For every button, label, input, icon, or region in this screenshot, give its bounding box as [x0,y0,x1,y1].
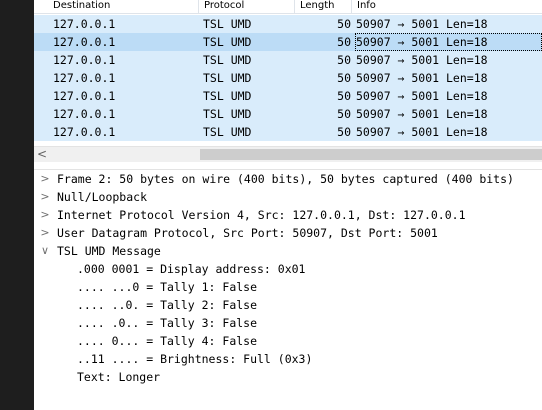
left-sidebar [0,0,34,410]
packet-protocol: TSL UMD [203,89,252,103]
packet-destination: 127.0.0.1 [53,53,116,67]
packet-destination: 127.0.0.1 [53,17,116,31]
tree-item-udp[interactable]: > User Datagram Protocol, Src Port: 5090… [34,224,542,242]
packet-info: 50907 → 5001 Len=18 [356,71,488,85]
tree-item-tally-1[interactable]: .... ...0 = Tally 1: False [34,278,542,296]
tree-field-label: .... ...0 = Tally 1: False [77,280,258,294]
tree-field-label: .... ..0. = Tally 2: False [77,298,258,312]
packet-row[interactable]: 127.0.0.1 TSL UMD 50 50907 → 5001 Len=18 [34,15,542,33]
packet-destination: 127.0.0.1 [53,89,116,103]
tree-field-label: ..11 .... = Brightness: Full (0x3) [77,352,313,366]
tree-item-brightness[interactable]: ..11 .... = Brightness: Full (0x3) [34,350,542,368]
tree-item-tally-4[interactable]: .... 0... = Tally 4: False [34,332,542,350]
column-header-protocol[interactable]: Protocol [199,0,295,14]
packet-info: 50907 → 5001 Len=18 [356,17,488,31]
packet-info: 50907 → 5001 Len=18 [356,53,488,67]
tree-item-display-address[interactable]: .000 0001 = Display address: 0x01 [34,260,542,278]
packet-protocol: TSL UMD [203,35,252,49]
tree-field-label: Text: Longer [77,370,161,384]
packet-length: 50 [337,17,351,31]
packet-protocol: TSL UMD [203,125,252,139]
tree-item-frame[interactable]: > Frame 2: 50 bytes on wire (400 bits), … [34,170,542,188]
packet-row[interactable]: 127.0.0.1 TSL UMD 50 50907 → 5001 Len=18 [34,87,542,105]
expand-arrow-icon[interactable]: > [39,206,51,224]
packet-length: 50 [337,35,351,49]
pane-splitter[interactable] [34,162,542,170]
tree-item-null-loopback[interactable]: > Null/Loopback [34,188,542,206]
scroll-left-arrow-icon[interactable]: < [34,147,50,162]
collapse-arrow-icon[interactable]: ∨ [39,242,51,260]
packet-row[interactable]: 127.0.0.1 TSL UMD 50 50907 → 5001 Len=18 [34,69,542,87]
tree-item-label: TSL UMD Message [57,244,161,258]
packet-row[interactable]: 127.0.0.1 TSL UMD 50 50907 → 5001 Len=18 [34,105,542,123]
tree-item-ipv4[interactable]: > Internet Protocol Version 4, Src: 127.… [34,206,542,224]
tree-item-label: Frame 2: 50 bytes on wire (400 bits), 50… [57,172,514,186]
tree-item-tally-2[interactable]: .... ..0. = Tally 2: False [34,296,542,314]
packet-protocol: TSL UMD [203,71,252,85]
scrollbar-thumb[interactable] [200,149,542,160]
packet-length: 50 [337,89,351,103]
packet-info: 50907 → 5001 Len=18 [356,89,488,103]
packet-destination: 127.0.0.1 [53,35,116,49]
packet-info: 50907 → 5001 Len=18 [356,35,488,49]
packet-details-tree: > Frame 2: 50 bytes on wire (400 bits), … [34,170,542,410]
tree-field-label: .... 0... = Tally 4: False [77,334,258,348]
tree-item-label: Internet Protocol Version 4, Src: 127.0.… [57,208,466,222]
expand-arrow-icon[interactable]: > [39,170,51,188]
tree-item-tsl-umd[interactable]: ∨ TSL UMD Message [34,242,542,260]
packet-info: 50907 → 5001 Len=18 [356,125,488,139]
horizontal-scrollbar[interactable]: < [34,146,542,162]
tree-item-text[interactable]: Text: Longer [34,368,542,386]
packet-list-header: Destination Protocol Length Info [34,0,542,14]
tree-item-tally-3[interactable]: .... .0.. = Tally 3: False [34,314,542,332]
packet-destination: 127.0.0.1 [53,107,116,121]
packet-info: 50907 → 5001 Len=18 [356,107,488,121]
tree-item-label: User Datagram Protocol, Src Port: 50907,… [57,226,438,240]
packet-protocol: TSL UMD [203,17,252,31]
packet-protocol: TSL UMD [203,53,252,67]
packet-length: 50 [337,71,351,85]
packet-list: Destination Protocol Length Info 127.0.0… [34,0,542,146]
column-header-info[interactable]: Info [352,0,542,14]
packet-row-selected[interactable]: 127.0.0.1 TSL UMD 50 50907 → 5001 Len=18 [34,33,542,51]
expand-arrow-icon[interactable]: > [39,188,51,206]
packet-length: 50 [337,125,351,139]
packet-destination: 127.0.0.1 [53,125,116,139]
tree-field-label: .... .0.. = Tally 3: False [77,316,258,330]
packet-row[interactable]: 127.0.0.1 TSL UMD 50 50907 → 5001 Len=18 [34,123,542,141]
packet-protocol: TSL UMD [203,107,252,121]
expand-arrow-icon[interactable]: > [39,224,51,242]
tree-field-label: .000 0001 = Display address: 0x01 [77,262,306,276]
tree-item-label: Null/Loopback [57,190,148,204]
packet-length: 50 [337,53,351,67]
column-header-destination[interactable]: Destination [48,0,199,14]
packet-length: 50 [337,107,351,121]
column-header-length[interactable]: Length [295,0,352,14]
packet-row[interactable]: 127.0.0.1 TSL UMD 50 50907 → 5001 Len=18 [34,51,542,69]
packet-destination: 127.0.0.1 [53,71,116,85]
